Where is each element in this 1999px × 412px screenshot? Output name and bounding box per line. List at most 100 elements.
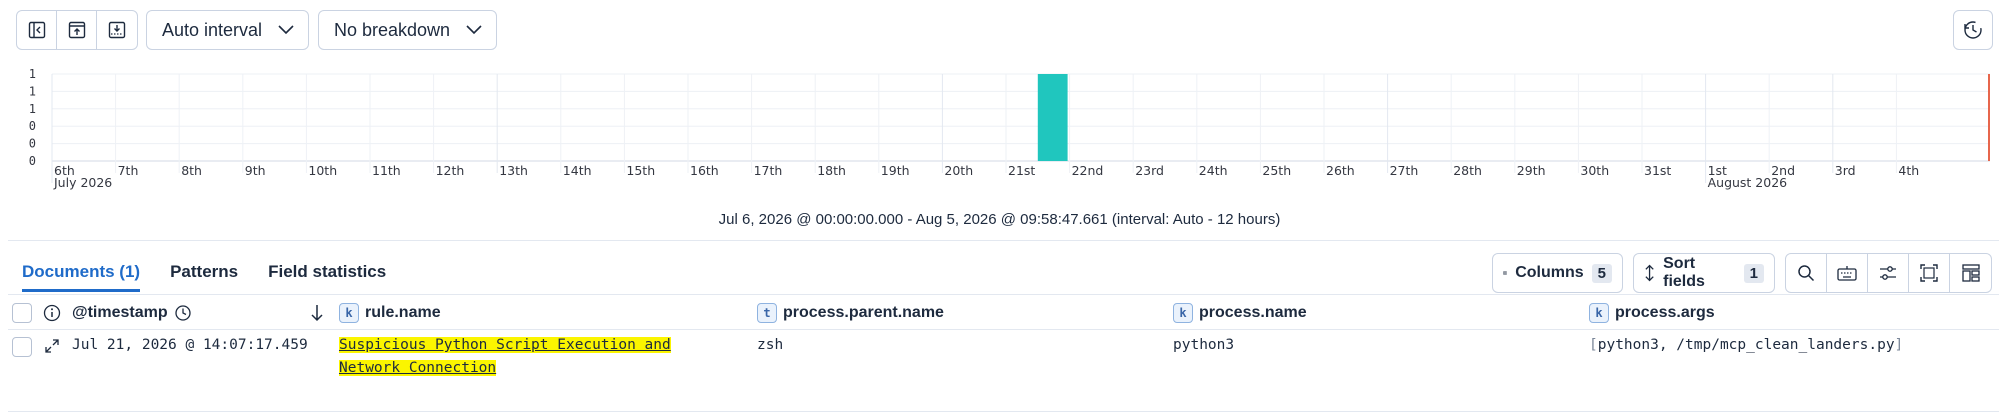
text-type-icon: t (757, 303, 777, 323)
x-tick-label: 13th (499, 163, 528, 178)
cell-rule-name[interactable]: Suspicious Python Script Execution and N… (339, 334, 671, 380)
x-tick-label: 17th (754, 163, 783, 178)
divider (8, 294, 1999, 295)
clock-icon (174, 305, 191, 321)
tab-documents[interactable]: Documents (1) (22, 252, 141, 292)
column-header-process-parent-name[interactable]: t process.parent.name (757, 296, 944, 330)
expand-icon[interactable] (44, 338, 60, 359)
column-rule-name-label: rule.name (365, 304, 441, 321)
panel-icon-group (16, 10, 138, 50)
toolbar: Auto interval No breakdown (0, 0, 1999, 60)
x-tick-label: 31st (1644, 163, 1671, 178)
x-tick-label: 25th (1262, 163, 1291, 178)
column-header-timestamp[interactable]: @timestamp (72, 296, 192, 330)
breakdown-select-label: No breakdown (334, 19, 451, 40)
interval-select[interactable]: Auto interval (146, 10, 309, 50)
cell-process-name: python3 (1173, 337, 1235, 353)
divider (8, 240, 1999, 241)
x-tick-label: 26th (1326, 163, 1355, 178)
reset-icon[interactable] (1953, 10, 1993, 50)
tab-field-statistics[interactable]: Field statistics (268, 252, 386, 292)
x-tick-label: 19th (881, 163, 910, 178)
y-tick-label: 0 (29, 154, 36, 168)
x-tick-label: 23rd (1135, 163, 1164, 178)
x-tick-label: 20th (944, 163, 973, 178)
y-tick-label: 0 (29, 119, 36, 133)
x-tick-label: 12th (436, 163, 465, 178)
rule-name-line-2: Network Connection (339, 360, 497, 376)
sort-count-badge: 1 (1743, 263, 1764, 283)
columns-label: Columns (1515, 264, 1584, 281)
table-icon (1503, 271, 1508, 275)
x-tick-label: 10th (308, 163, 337, 178)
y-tick-label: 1 (29, 67, 36, 81)
column-process-name-label: process.name (1199, 304, 1307, 321)
grid-toolbar-icons (1785, 253, 1992, 293)
x-tick-label: 14th (563, 163, 592, 178)
keyboard-icon[interactable] (1827, 254, 1868, 292)
rule-name-line-1: Suspicious Python Script Execution and (339, 337, 671, 353)
keyword-type-icon: k (1173, 303, 1193, 323)
column-process-args-label: process.args (1615, 304, 1715, 321)
histogram-svg: 1110006th 7th 8th 9th 10th 11th 12th 13th 14th 15… (29, 67, 1990, 190)
keyword-type-icon: k (339, 303, 359, 323)
x-tick-label: 18th (817, 163, 846, 178)
column-parent-name-label: process.parent.name (783, 304, 944, 321)
column-header-process-name[interactable]: k process.name (1173, 296, 1307, 330)
collapse-sidebar-icon[interactable] (17, 11, 57, 49)
x-tick-label: 16th (690, 163, 719, 178)
view-tabs: Documents (1) Patterns Field statistics (22, 252, 386, 292)
breakdown-select[interactable]: No breakdown (318, 10, 497, 50)
x-month-label: July 2026 (53, 175, 112, 190)
sort-fields-button[interactable]: Sort fields 1 (1633, 253, 1775, 293)
select-all-checkbox[interactable] (12, 296, 32, 330)
layout-icon[interactable] (1950, 254, 1991, 292)
sort-icon (1645, 264, 1654, 282)
browser-upload-icon[interactable] (57, 11, 97, 49)
checkbox[interactable] (12, 303, 32, 323)
column-timestamp-label: @timestamp (72, 304, 168, 321)
y-tick-label: 0 (29, 137, 36, 151)
sort-descending-icon[interactable] (310, 296, 324, 330)
x-tick-label: 21st (1008, 163, 1035, 178)
tab-patterns[interactable]: Patterns (170, 252, 238, 292)
column-header-rule-name[interactable]: k rule.name (339, 296, 441, 330)
sort-fields-label: Sort fields (1663, 255, 1705, 290)
table-header: @timestamp k rule.name t process.parent.… (8, 296, 1999, 330)
columns-button[interactable]: Columns 5 (1492, 253, 1623, 293)
args-open-bracket: [ (1589, 337, 1598, 353)
cell-process-parent-name: zsh (757, 337, 784, 353)
row-checkbox[interactable] (12, 337, 32, 357)
table-download-icon[interactable] (97, 11, 137, 49)
x-tick-label: 29th (1517, 163, 1546, 178)
info-icon[interactable] (43, 296, 61, 330)
args-value: python3, /tmp/mcp_clean_landers.py (1597, 337, 1895, 353)
x-tick-label: 9th (245, 163, 266, 178)
fullscreen-icon[interactable] (1909, 254, 1950, 292)
y-tick-label: 1 (29, 84, 36, 98)
x-tick-label: 11th (372, 163, 401, 178)
x-tick-label: 15th (626, 163, 655, 178)
column-header-process-args[interactable]: k process.args (1589, 296, 1715, 330)
x-tick-label: 8th (181, 163, 202, 178)
x-tick-label: 30th (1580, 163, 1609, 178)
interval-select-label: Auto interval (162, 19, 263, 40)
x-tick-label: 28th (1453, 163, 1482, 178)
histogram-time-range: Jul 6, 2026 @ 00:00:00.000 - Aug 5, 2026… (718, 211, 1281, 228)
table-row[interactable]: Jul 21, 2026 @ 14:07:17.459 Suspicious P… (8, 330, 1999, 412)
x-tick-label: 7th (118, 163, 139, 178)
y-tick-label: 1 (29, 102, 36, 116)
display-settings-icon[interactable] (1868, 254, 1909, 292)
search-icon[interactable] (1786, 254, 1827, 292)
x-tick-label: 4th (1898, 163, 1919, 178)
cell-process-args: [python3, /tmp/mcp_clean_landers.py] (1589, 334, 1903, 357)
keyword-type-icon: k (1589, 303, 1609, 323)
chevron-down-icon (466, 25, 482, 35)
x-tick-label: 27th (1390, 163, 1419, 178)
args-close-bracket: ] (1894, 337, 1904, 353)
histogram-bar[interactable] (1037, 74, 1068, 161)
cell-timestamp: Jul 21, 2026 @ 14:07:17.459 (72, 337, 308, 353)
x-tick-label: 22nd (1072, 163, 1104, 178)
x-tick-label: 3rd (1835, 163, 1856, 178)
x-month-label: August 2026 (1708, 175, 1788, 190)
